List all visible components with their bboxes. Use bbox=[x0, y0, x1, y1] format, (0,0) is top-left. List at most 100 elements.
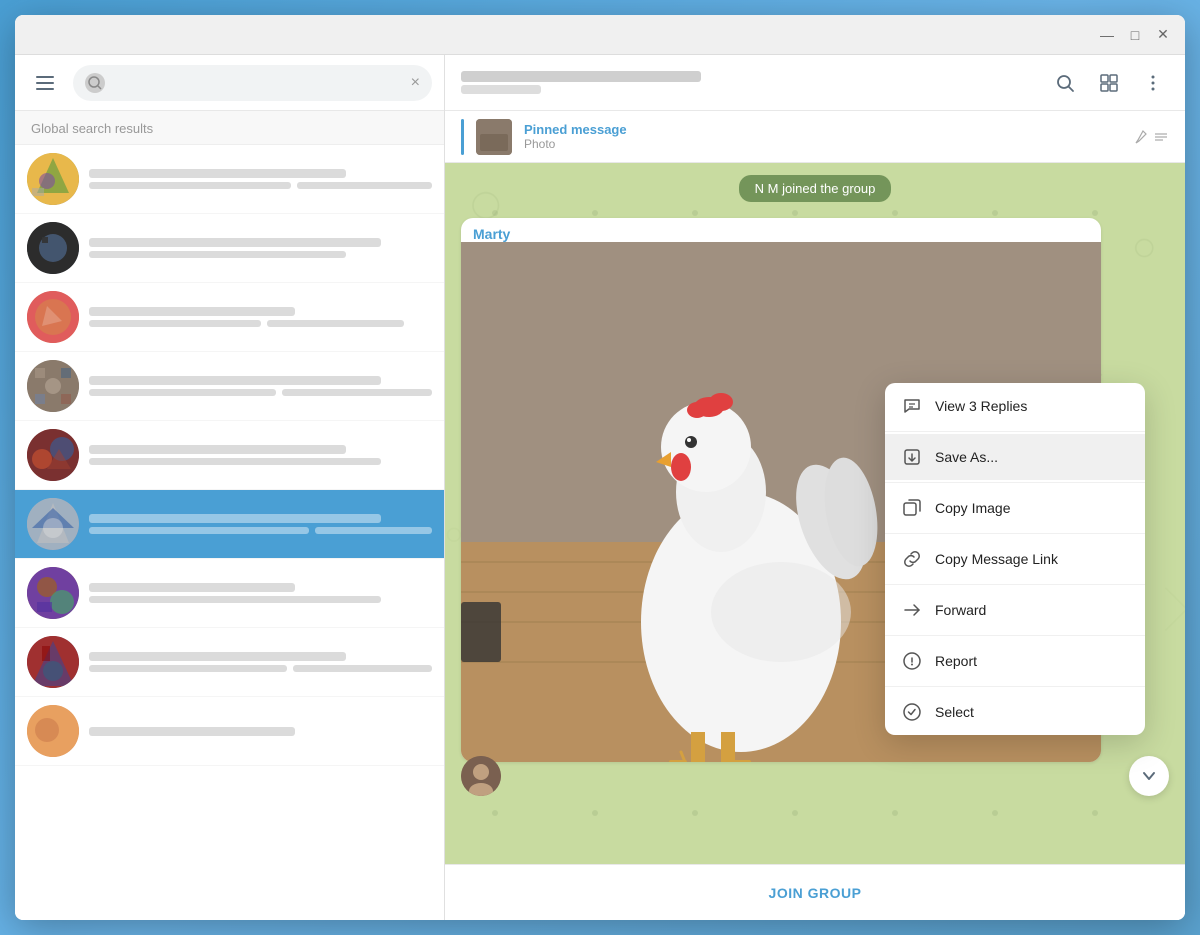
message-sender: Marty bbox=[461, 218, 1101, 242]
avatar bbox=[27, 222, 79, 274]
item-content bbox=[89, 652, 432, 672]
search-chat-button[interactable] bbox=[1049, 67, 1081, 99]
item-subtitle-blur bbox=[89, 320, 261, 327]
join-notification: N M joined the group bbox=[739, 175, 892, 202]
avatar bbox=[27, 153, 79, 205]
context-menu-item-save-as[interactable]: Save As... bbox=[885, 434, 1145, 480]
context-item-label: Forward bbox=[935, 602, 986, 618]
hamburger-line-1 bbox=[36, 76, 54, 78]
list-item[interactable] bbox=[15, 490, 444, 559]
copy-image-icon bbox=[901, 497, 923, 519]
item-content bbox=[89, 514, 432, 534]
context-menu-item-copy-message-link[interactable]: Copy Message Link bbox=[885, 536, 1145, 582]
context-menu-item-view-replies[interactable]: View 3 Replies bbox=[885, 383, 1145, 429]
item-content bbox=[89, 583, 432, 603]
scroll-to-bottom-button[interactable] bbox=[1129, 756, 1169, 796]
item-content bbox=[89, 238, 432, 258]
title-bar-controls: — □ ✕ bbox=[1097, 25, 1173, 45]
item-content bbox=[89, 376, 432, 396]
main-content: × Global search results bbox=[15, 55, 1185, 920]
context-item-label: Report bbox=[935, 653, 977, 669]
item-subtitle-blur bbox=[89, 596, 381, 603]
avatar bbox=[27, 429, 79, 481]
list-item[interactable] bbox=[15, 421, 444, 490]
list-item[interactable] bbox=[15, 352, 444, 421]
chat-header-actions bbox=[1049, 67, 1169, 99]
search-clear-button[interactable]: × bbox=[411, 74, 420, 92]
pinned-label: Pinned message bbox=[524, 122, 1119, 137]
list-item[interactable] bbox=[15, 214, 444, 283]
item-title-blur bbox=[89, 652, 346, 661]
close-button[interactable]: ✕ bbox=[1153, 25, 1173, 45]
context-menu-item-select[interactable]: Select bbox=[885, 689, 1145, 735]
context-item-label: Copy Message Link bbox=[935, 551, 1058, 567]
item-subtitle-blur-2 bbox=[315, 527, 432, 534]
list-item[interactable] bbox=[15, 145, 444, 214]
view-replies-icon bbox=[901, 395, 923, 417]
select-icon bbox=[901, 701, 923, 723]
item-subtitle-blur bbox=[89, 389, 276, 396]
save-as-icon bbox=[901, 446, 923, 468]
list-item[interactable] bbox=[15, 628, 444, 697]
pinned-message-bar[interactable]: Pinned message Photo bbox=[445, 111, 1185, 163]
chat-subtitle bbox=[461, 85, 1039, 94]
context-divider bbox=[885, 584, 1145, 585]
item-subtitle-blur bbox=[89, 458, 381, 465]
pinned-actions bbox=[1131, 128, 1169, 146]
item-content bbox=[89, 169, 432, 189]
context-menu-item-report[interactable]: Report bbox=[885, 638, 1145, 684]
user-avatar bbox=[461, 756, 501, 796]
search-list bbox=[15, 145, 444, 920]
chat-background: N M joined the group Marty bbox=[445, 163, 1185, 864]
item-title-blur bbox=[89, 238, 381, 247]
item-title-blur bbox=[89, 514, 381, 523]
more-options-button[interactable] bbox=[1137, 67, 1169, 99]
search-results-label: Global search results bbox=[15, 111, 444, 145]
item-title-blur bbox=[89, 727, 295, 736]
list-item[interactable] bbox=[15, 697, 444, 766]
hamburger-menu-button[interactable] bbox=[27, 65, 63, 101]
hamburger-line-3 bbox=[36, 88, 54, 90]
view-toggle-button[interactable] bbox=[1093, 67, 1125, 99]
sidebar-header: × bbox=[15, 55, 444, 111]
item-subtitle-blur-2 bbox=[267, 320, 404, 327]
pinned-desc: Photo bbox=[524, 137, 1119, 151]
context-menu: View 3 Replies Save As... bbox=[885, 383, 1145, 735]
list-item[interactable] bbox=[15, 559, 444, 628]
search-bar[interactable]: × bbox=[73, 65, 432, 101]
chat-header-info bbox=[461, 71, 1039, 94]
context-divider bbox=[885, 533, 1145, 534]
pinned-accent bbox=[461, 119, 464, 155]
context-menu-item-copy-image[interactable]: Copy Image bbox=[885, 485, 1145, 531]
context-item-label: Save As... bbox=[935, 449, 998, 465]
search-input[interactable] bbox=[113, 75, 403, 91]
pin-list-icon[interactable] bbox=[1131, 128, 1169, 146]
chat-bottom-bar: JOIN GROUP bbox=[445, 864, 1185, 920]
hamburger-line-2 bbox=[36, 82, 54, 84]
minimize-button[interactable]: — bbox=[1097, 25, 1117, 45]
header-subtitle-blur bbox=[461, 85, 541, 94]
join-group-button[interactable]: JOIN GROUP bbox=[769, 885, 862, 901]
item-title-blur bbox=[89, 307, 295, 316]
chat-title bbox=[461, 71, 1039, 82]
list-item[interactable] bbox=[15, 283, 444, 352]
item-title-blur bbox=[89, 445, 346, 454]
item-subtitle-blur bbox=[89, 251, 346, 258]
item-title-blur bbox=[89, 376, 381, 385]
item-subtitle-blur-2 bbox=[282, 389, 432, 396]
item-content bbox=[89, 307, 432, 327]
context-item-label: Select bbox=[935, 704, 974, 720]
chat-header bbox=[445, 55, 1185, 111]
item-content bbox=[89, 445, 432, 465]
avatar bbox=[27, 360, 79, 412]
context-divider bbox=[885, 635, 1145, 636]
chat-panel: Pinned message Photo bbox=[445, 55, 1185, 920]
maximize-button[interactable]: □ bbox=[1125, 25, 1145, 45]
item-subtitle-blur bbox=[89, 665, 287, 672]
copy-link-icon bbox=[901, 548, 923, 570]
context-divider bbox=[885, 431, 1145, 432]
item-content bbox=[89, 727, 432, 736]
context-menu-item-forward[interactable]: Forward bbox=[885, 587, 1145, 633]
avatar bbox=[27, 291, 79, 343]
item-subtitle-blur-2 bbox=[297, 182, 432, 189]
